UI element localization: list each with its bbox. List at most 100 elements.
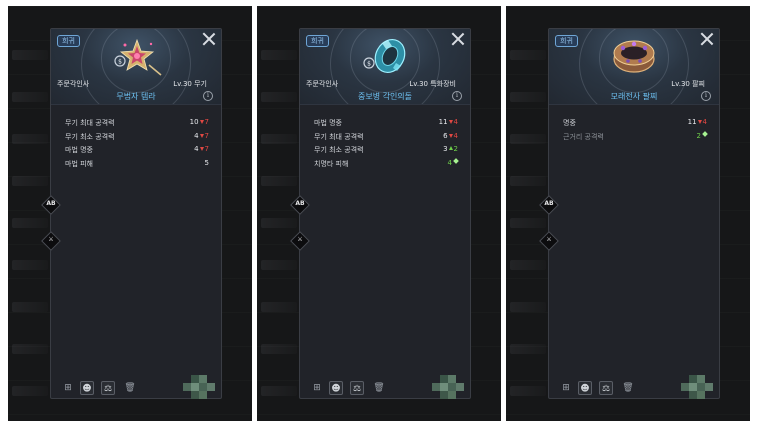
stat-row: 마법 명중 11 4 bbox=[314, 118, 458, 132]
stat-list: 무기 최대 공격력 10 7 무기 최소 공격력 47 마법 명중 47 마법 피… bbox=[65, 118, 209, 172]
compare-ab-icon: AB bbox=[544, 200, 554, 207]
stat-change: 7 bbox=[204, 118, 209, 126]
screen-weapon: 희귀 $ 주문각인사 Lv.30 무기 무법자 템라 i 무기 최대 공격력 1… bbox=[8, 6, 252, 421]
stat-row: 마법 명중 47 bbox=[65, 145, 209, 159]
character-swap-icon: ⚔ bbox=[546, 236, 552, 243]
trash-icon[interactable]: 🗑 bbox=[621, 381, 635, 395]
svg-text:$: $ bbox=[118, 59, 122, 66]
item-tooltip-card: 희귀 Lv.30 팔찌 모래전사 팔찌 i 명중 11 4 근거리 공격력 2 … bbox=[548, 28, 720, 399]
avatar bbox=[183, 375, 217, 399]
decrease-icon bbox=[199, 120, 204, 124]
head-icon[interactable]: ☻ bbox=[578, 381, 592, 395]
stat-value: 11 bbox=[438, 118, 448, 126]
stat-value: 11 bbox=[687, 118, 697, 126]
grade-badge: 희귀 bbox=[57, 35, 80, 47]
trash-icon[interactable]: 🗑 bbox=[123, 381, 137, 395]
stat-value: 2 bbox=[696, 131, 701, 140]
item-tooltip-card: 희귀 $ 주문각인사 Lv.30 특화장비 중보병 각인의돌 i 마법 명중 1… bbox=[299, 28, 471, 399]
trash-icon[interactable]: 🗑 bbox=[372, 381, 386, 395]
grade-badge: 희귀 bbox=[306, 35, 329, 47]
stat-label: 명중 bbox=[563, 119, 576, 127]
stat-label: 마법 명중 bbox=[65, 146, 93, 154]
equip-icon[interactable]: ⊞ bbox=[559, 381, 573, 395]
close-icon[interactable] bbox=[700, 32, 714, 46]
character-swap-button[interactable]: ⚔ bbox=[539, 231, 559, 251]
increase-icon bbox=[448, 146, 453, 150]
info-icon[interactable]: i bbox=[203, 91, 213, 101]
stat-change: 4 bbox=[453, 131, 458, 140]
compare-ab-button[interactable]: AB bbox=[539, 195, 559, 215]
stat-value: 4 bbox=[194, 131, 199, 140]
info-icon[interactable]: i bbox=[452, 91, 462, 101]
stat-value: 4 bbox=[194, 145, 199, 153]
stat-change: 4 bbox=[453, 118, 458, 126]
class-label: 주문각인사 bbox=[306, 80, 339, 88]
stat-row: 근거리 공격력 2 bbox=[563, 130, 708, 146]
stat-list: 명중 11 4 근거리 공격력 2 bbox=[563, 118, 708, 146]
avatar bbox=[432, 375, 466, 399]
compare-ab-button[interactable]: AB bbox=[290, 195, 310, 215]
star-wand-icon: $ bbox=[114, 38, 162, 76]
head-icon[interactable]: ☻ bbox=[329, 381, 343, 395]
scale-icon[interactable]: ⚖ bbox=[599, 381, 613, 395]
scale-icon[interactable]: ⚖ bbox=[101, 381, 115, 395]
item-header: 희귀 Lv.30 팔찌 모래전사 팔찌 i bbox=[549, 29, 719, 105]
stat-label: 무기 최대 공격력 bbox=[314, 132, 364, 141]
stat-value: 4 bbox=[447, 158, 452, 167]
svg-text:$: $ bbox=[367, 61, 371, 68]
close-icon[interactable] bbox=[451, 32, 465, 46]
bracelet-icon bbox=[613, 40, 655, 73]
avatar bbox=[681, 375, 715, 399]
stat-list: 마법 명중 11 4 무기 최대 공격력 64 무기 최소 공격력 32 치명타 … bbox=[314, 118, 459, 173]
stat-value: 3 bbox=[443, 145, 448, 153]
info-icon[interactable]: i bbox=[701, 91, 711, 101]
action-bar: ⊞ ☻ ⚖ 🗑 bbox=[61, 381, 161, 397]
item-name: 모래전사 팔찌 bbox=[610, 92, 658, 101]
action-bar: ⊞ ☻ ⚖ 🗑 bbox=[310, 381, 410, 397]
stat-value: 10 bbox=[189, 118, 199, 126]
decrease-icon bbox=[199, 133, 204, 138]
scale-icon[interactable]: ⚖ bbox=[350, 381, 364, 395]
compare-ab-icon: AB bbox=[295, 200, 305, 207]
stat-value: 6 bbox=[443, 131, 448, 140]
stat-row: 무기 최소 공격력 32 bbox=[314, 145, 458, 159]
stat-change: 4 bbox=[702, 118, 707, 126]
stat-row: 명중 11 4 bbox=[563, 118, 707, 132]
compare-ab-button[interactable]: AB bbox=[41, 195, 61, 215]
character-swap-button[interactable]: ⚔ bbox=[41, 231, 61, 251]
equip-icon[interactable]: ⊞ bbox=[61, 381, 75, 395]
stat-change: 7 bbox=[204, 131, 209, 140]
character-swap-icon: ⚔ bbox=[48, 236, 54, 243]
new-stat-icon bbox=[702, 130, 708, 137]
new-stat-icon bbox=[453, 157, 459, 164]
close-icon[interactable] bbox=[202, 32, 216, 46]
stat-change: 2 bbox=[453, 145, 458, 153]
stat-label: 마법 명중 bbox=[314, 119, 342, 127]
crystal-ring-icon: $ bbox=[363, 39, 406, 73]
level-type-label: Lv.30 무기 bbox=[173, 80, 207, 88]
stat-row: 무기 최대 공격력 64 bbox=[314, 132, 458, 146]
head-icon[interactable]: ☻ bbox=[80, 381, 94, 395]
item-header: 희귀 $ 주문각인사 Lv.30 무기 무법자 템라 i bbox=[51, 29, 221, 105]
character-swap-button[interactable]: ⚔ bbox=[290, 231, 310, 251]
decrease-icon bbox=[448, 120, 453, 124]
item-name: 중보병 각인의돌 bbox=[357, 92, 413, 101]
stat-row: 무기 최대 공격력 10 7 bbox=[65, 118, 209, 132]
level-type-label: Lv.30 특화장비 bbox=[409, 80, 456, 88]
stat-label: 치명타 피해 bbox=[314, 159, 349, 168]
decrease-icon bbox=[448, 133, 453, 138]
equip-icon[interactable]: ⊞ bbox=[310, 381, 324, 395]
stat-label: 무기 최소 공격력 bbox=[314, 146, 364, 154]
level-type-label: Lv.30 팔찌 bbox=[671, 80, 705, 88]
stat-row: 치명타 피해 4 bbox=[314, 157, 459, 173]
stat-label: 무기 최대 공격력 bbox=[65, 119, 115, 127]
stat-label: 무기 최소 공격력 bbox=[65, 132, 115, 141]
decrease-icon bbox=[697, 120, 702, 124]
class-label: 주문각인사 bbox=[57, 80, 90, 88]
stat-row: 무기 최소 공격력 47 bbox=[65, 132, 209, 146]
compare-ab-icon: AB bbox=[46, 200, 56, 207]
item-name: 무법자 템라 bbox=[116, 92, 156, 101]
stat-value: 5 bbox=[204, 158, 209, 167]
stat-change: 7 bbox=[204, 145, 209, 153]
grade-badge: 희귀 bbox=[555, 35, 578, 47]
